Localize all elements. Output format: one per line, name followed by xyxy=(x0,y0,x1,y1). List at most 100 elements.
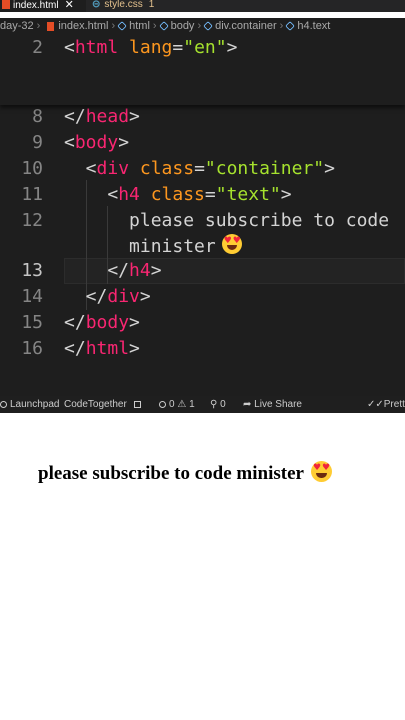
code-line[interactable]: 14 </div> xyxy=(0,284,405,310)
chevron-right-icon: › xyxy=(197,20,202,32)
close-icon[interactable]: ✕ xyxy=(65,0,74,11)
browser-preview: please subscribe to code minister ♥ ♥ xyxy=(0,413,405,720)
breadcrumb-file[interactable]: index.html xyxy=(58,18,108,34)
rendered-h4-text: please subscribe to code minister ♥ ♥ xyxy=(38,461,332,484)
code-token: > xyxy=(129,338,140,359)
live-share-icon: ➦ xyxy=(243,399,252,410)
code-token: = xyxy=(194,158,205,179)
code-token: = xyxy=(204,184,216,205)
line-number: 2 xyxy=(32,37,43,58)
problems-item[interactable]: 0 ⚠ 1 xyxy=(159,396,195,413)
code-token: < xyxy=(64,132,75,153)
code-line[interactable]: 15 </body> xyxy=(0,310,405,336)
code-token: > xyxy=(280,184,292,205)
prettier-item[interactable]: ✓✓Prettier xyxy=(367,396,405,413)
line-content[interactable]: </html> xyxy=(64,336,140,362)
code-token: div xyxy=(96,158,130,179)
symbol-element-icon xyxy=(158,21,169,31)
breadcrumb-h4[interactable]: h4.text xyxy=(297,18,330,34)
code-token: = xyxy=(172,37,184,58)
codetogether-item[interactable]: CodeTogether xyxy=(64,396,127,413)
problem-count-badge: 1 xyxy=(148,0,155,10)
ports-item[interactable]: ⚲ 0 xyxy=(210,396,226,413)
code-token: </ xyxy=(64,286,108,307)
code-token: </ xyxy=(64,338,86,359)
css-icon: ⊝ xyxy=(92,0,101,10)
code-line[interactable]: minister ♥ ♥ xyxy=(0,234,405,260)
line-content[interactable]: <html lang="en"> xyxy=(64,35,237,61)
breadcrumb-html[interactable]: html xyxy=(129,18,150,34)
line-content[interactable]: <body> xyxy=(64,130,129,156)
code-token: < xyxy=(64,158,97,179)
launchpad-icon xyxy=(0,401,7,408)
code-token: "container" xyxy=(204,158,325,179)
check-double-icon: ✓✓ xyxy=(367,399,384,410)
line-content[interactable]: </div> xyxy=(64,284,151,310)
code-line[interactable]: 2 <html lang="en"> xyxy=(0,35,405,61)
line-number: 11 xyxy=(21,184,43,205)
code-line[interactable]: 11 <h4 class="text"> xyxy=(0,182,405,208)
line-content[interactable]: </head> xyxy=(64,104,140,130)
code-line[interactable]: 8 </head> xyxy=(0,104,405,130)
code-token: </ xyxy=(64,106,86,127)
line-content[interactable]: </body> xyxy=(64,310,140,336)
line-number: 16 xyxy=(21,338,43,359)
chevron-right-icon: › xyxy=(152,20,157,32)
code-token: </ xyxy=(64,312,86,333)
code-line[interactable]: 13 </h4> xyxy=(0,258,405,284)
remote-window-icon[interactable] xyxy=(134,396,144,413)
code-token: body xyxy=(74,132,119,153)
breadcrumb-folder[interactable]: day-32 xyxy=(0,18,34,34)
tab-style-css[interactable]: ⊝ style.css 1 xyxy=(86,0,176,12)
code-line[interactable]: 16 </html> xyxy=(0,336,405,362)
warning-icon: ⚠ xyxy=(177,399,187,410)
code-token: minister xyxy=(64,236,216,257)
code-line[interactable]: 12 please subscribe to code xyxy=(0,208,405,234)
live-share-item[interactable]: ➦ Live Share xyxy=(243,396,302,413)
code-line[interactable]: 10 <div class="container"> xyxy=(0,156,405,182)
code-token: html xyxy=(85,338,130,359)
chevron-right-icon: › xyxy=(36,20,41,32)
line-content[interactable]: please subscribe to code xyxy=(64,208,389,234)
code-token: "en" xyxy=(183,37,227,58)
line-number: 8 xyxy=(32,106,43,127)
line-number: 13 xyxy=(21,260,43,281)
heart-eyes-emoji-icon: ♥ ♥ xyxy=(310,461,332,482)
line-number: 15 xyxy=(21,312,43,333)
code-editor[interactable]: 3<head>8</head>9<body>10 <div class="con… xyxy=(0,34,405,396)
html5-icon xyxy=(2,0,10,9)
breadcrumb: day-32 › index.html › html › body › div.containe… xyxy=(0,18,405,34)
launchpad-item[interactable]: Launchpad xyxy=(0,396,60,413)
status-bar: Launchpad CodeTogether 0 ⚠ 1 ⚲ 0 ➦ Live … xyxy=(0,396,405,413)
code-token: > xyxy=(129,312,140,333)
code-token: < xyxy=(64,184,119,205)
ports-icon: ⚲ xyxy=(210,399,218,410)
tab-bar: index.html ✕ ⊝ style.css 1 xyxy=(0,0,405,12)
chevron-right-icon: › xyxy=(279,20,284,32)
code-token: class xyxy=(139,184,205,205)
code-token: div xyxy=(107,286,140,307)
line-content[interactable]: <div class="container"> xyxy=(64,156,335,182)
tab-index-html[interactable]: index.html ✕ xyxy=(0,0,86,12)
line-content[interactable]: </h4> xyxy=(64,258,161,284)
symbol-element-icon xyxy=(203,21,213,31)
chevron-right-icon: › xyxy=(111,20,116,32)
line-content[interactable]: minister ♥ ♥ xyxy=(64,234,242,260)
code-token: h4 xyxy=(129,260,151,281)
code-token: > xyxy=(226,37,238,58)
line-number: 9 xyxy=(32,132,43,153)
line-number: 10 xyxy=(21,158,43,179)
symbol-element-icon xyxy=(117,21,127,31)
sticky-scroll-header: 2 <html lang="en"> xyxy=(0,34,405,105)
code-token: body xyxy=(85,312,130,333)
heart-eyes-emoji-icon: ♥ ♥ xyxy=(221,234,242,254)
breadcrumb-body[interactable]: body xyxy=(171,18,195,34)
line-content[interactable]: <h4 class="text"> xyxy=(64,182,292,208)
code-token: < xyxy=(64,37,75,58)
breadcrumb-div[interactable]: div.container xyxy=(215,18,277,34)
code-token: h4 xyxy=(118,184,140,205)
code-token: > xyxy=(129,106,140,127)
code-token: lang xyxy=(118,37,173,58)
code-line[interactable]: 9 <body> xyxy=(0,130,405,156)
symbol-element-icon xyxy=(285,21,296,31)
